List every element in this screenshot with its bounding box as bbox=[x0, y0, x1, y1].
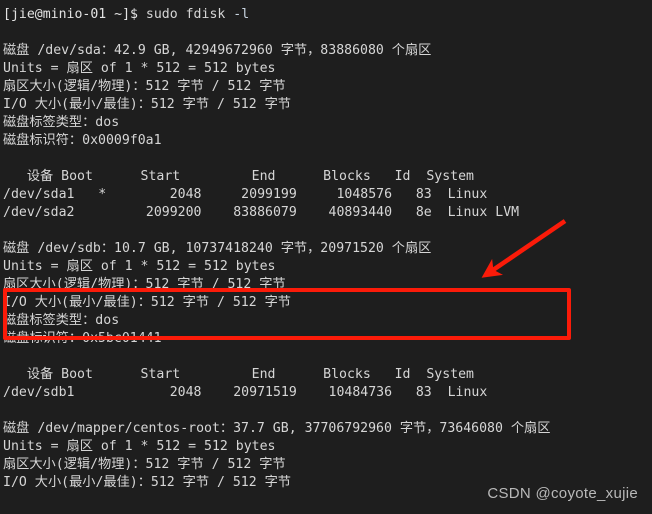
output-line: Units = 扇区 of 1 * 512 = 512 bytes bbox=[3, 61, 276, 76]
output-line: 扇区大小(逻辑/物理)：512 字节 / 512 字节 bbox=[3, 79, 286, 94]
output-line: Units = 扇区 of 1 * 512 = 512 bytes bbox=[3, 439, 276, 454]
fdisk-output-lines: 磁盘 /dev/sda：42.9 GB, 42949672960 字节，8388… bbox=[0, 24, 652, 514]
output-line: 扇区大小(逻辑/物理)：512 字节 / 512 字节 bbox=[3, 277, 286, 292]
output-line: 磁盘 /dev/sda：42.9 GB, 42949672960 字节，8388… bbox=[3, 43, 432, 58]
output-line: 扇区大小(逻辑/物理)：512 字节 / 512 字节 bbox=[3, 457, 286, 472]
shell-prompt: [jie@minio-01 ~]$ bbox=[3, 7, 146, 22]
command-prompt-line: [jie@minio-01 ~]$ sudo fdisk -l bbox=[0, 6, 652, 24]
output-line: 磁盘标签类型：dos bbox=[3, 115, 120, 130]
output-line: 磁盘 /dev/mapper/centos-root：37.7 GB, 3770… bbox=[3, 421, 551, 436]
output-line: 磁盘标签类型：dos bbox=[3, 313, 120, 328]
command-flag: -l bbox=[233, 7, 250, 22]
output-line: 设备 Boot Start End Blocks Id System bbox=[3, 367, 474, 382]
output-line: 磁盘标识符：0x5bc01441 bbox=[3, 331, 162, 346]
output-line: 设备 Boot Start End Blocks Id System bbox=[3, 169, 474, 184]
csdn-watermark: CSDN @coyote_xujie bbox=[487, 485, 638, 502]
output-line: /dev/sda2 2099200 83886079 40893440 8e L… bbox=[3, 205, 520, 220]
output-line: I/O 大小(最小/最佳)：512 字节 / 512 字节 bbox=[3, 97, 291, 112]
output-line: 磁盘 /dev/sdb：10.7 GB, 10737418240 字节，2097… bbox=[3, 241, 432, 256]
output-line: /dev/sda1 * 2048 2099199 1048576 83 Linu… bbox=[3, 187, 488, 202]
output-line: 磁盘标识符：0x0009f0a1 bbox=[3, 133, 162, 148]
terminal-output[interactable]: [jie@minio-01 ~]$ [jie@minio-01 ~]$ sudo… bbox=[0, 0, 652, 514]
output-line: /dev/sdb1 2048 20971519 10484736 83 Linu… bbox=[3, 385, 488, 400]
output-line: I/O 大小(最小/最佳)：512 字节 / 512 字节 bbox=[3, 295, 291, 310]
command-text: sudo fdisk bbox=[145, 7, 234, 22]
terminal-screenshot: [jie@minio-01 ~]$ [jie@minio-01 ~]$ sudo… bbox=[0, 0, 652, 514]
output-line: Units = 扇区 of 1 * 512 = 512 bytes bbox=[3, 259, 276, 274]
